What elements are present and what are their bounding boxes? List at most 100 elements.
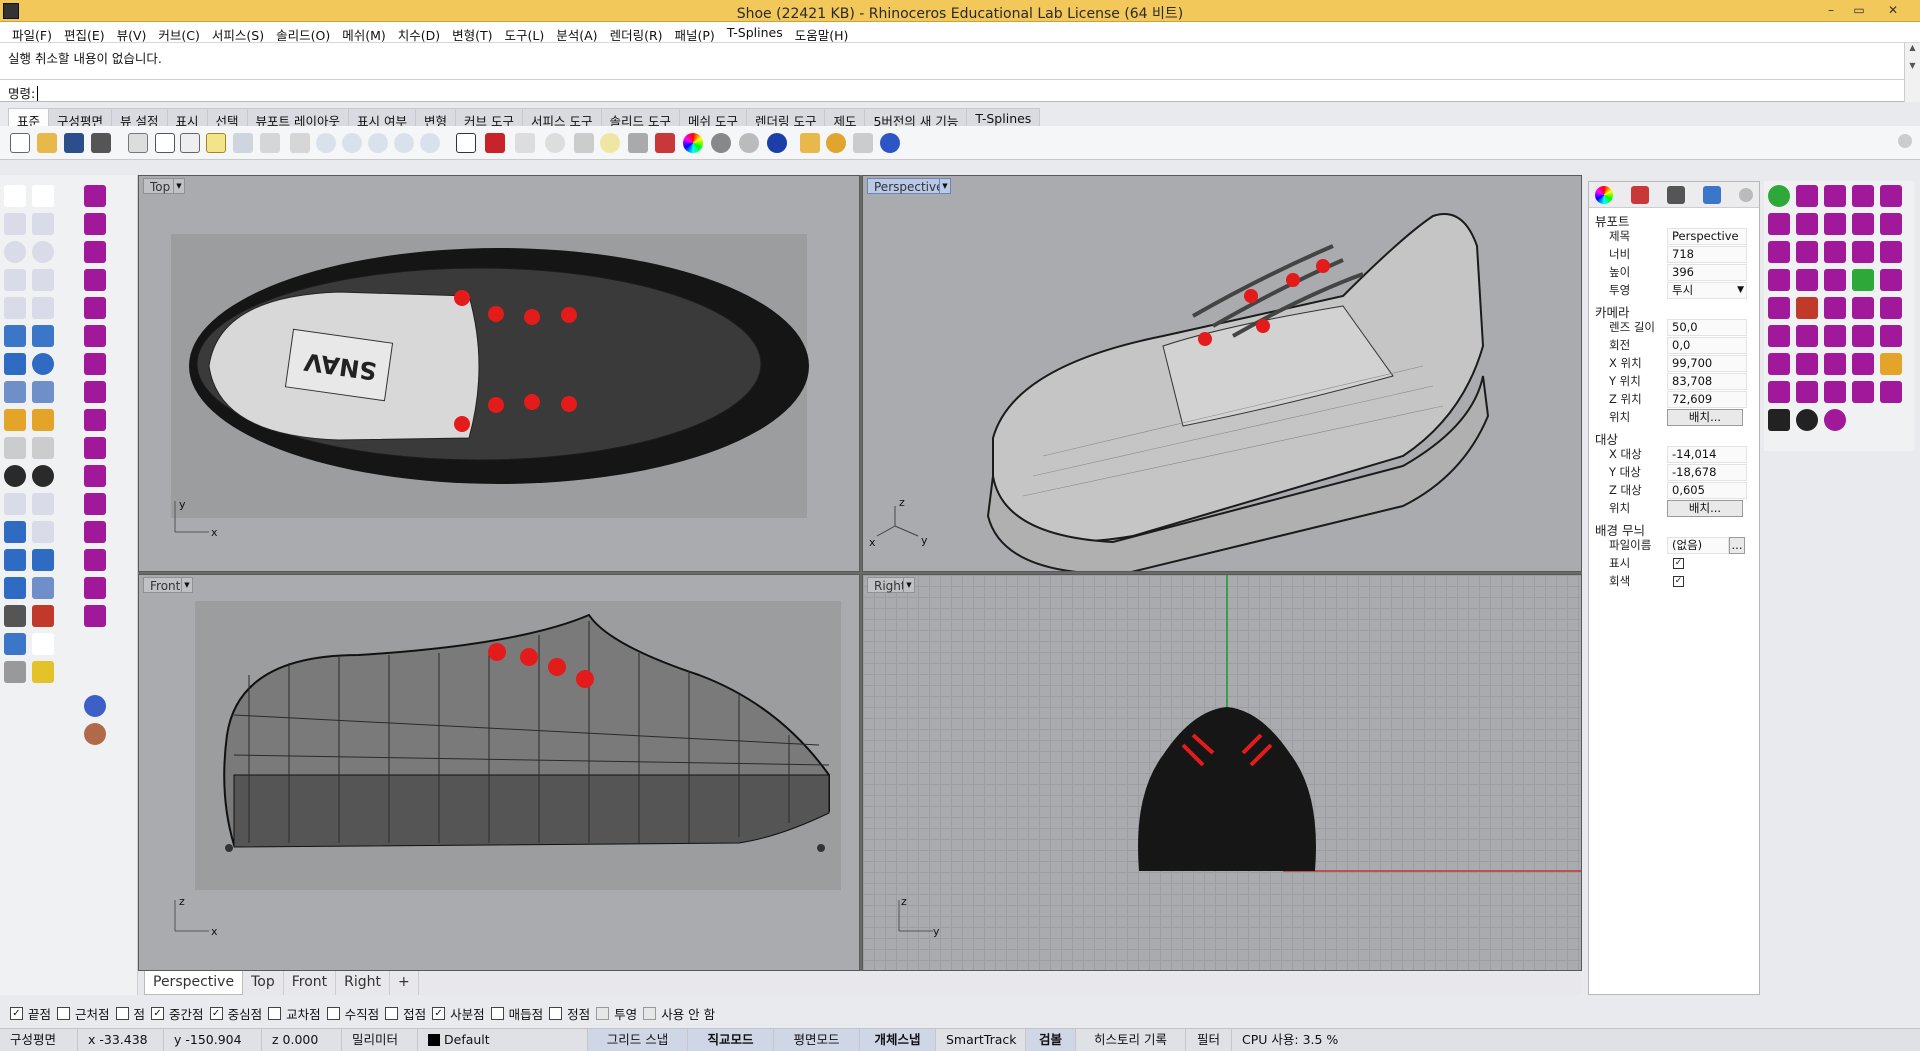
ts-stepper-icon[interactable] [1796, 381, 1818, 403]
rotate-view-icon[interactable] [290, 133, 310, 153]
ts-cube-icon[interactable] [1824, 185, 1846, 207]
scale-icon[interactable] [32, 521, 54, 543]
move-icon[interactable] [4, 493, 26, 515]
menu-edit[interactable]: 편집(E) [58, 22, 111, 43]
ts-window-icon[interactable] [1880, 269, 1902, 291]
layer-icon[interactable] [655, 133, 675, 153]
ts-join-icon[interactable] [1796, 353, 1818, 375]
ts-symmetry-icon[interactable] [1824, 353, 1846, 375]
rotate-icon[interactable] [32, 493, 54, 515]
point-icon[interactable] [32, 185, 54, 207]
prop-width-field[interactable]: 718 [1667, 245, 1747, 263]
layers-tab-icon[interactable] [1631, 186, 1649, 204]
tab-solid-tools[interactable]: 솔리드 도구 [600, 108, 680, 129]
explode-icon[interactable] [32, 409, 54, 431]
minimize-button[interactable]: – [1818, 1, 1844, 19]
osnap-perp[interactable]: 수직점 [326, 1004, 379, 1023]
ts-branch-icon[interactable] [1768, 353, 1790, 375]
camera-place-button[interactable]: 배치... [1667, 408, 1743, 426]
ts-fill-icon[interactable] [1880, 241, 1902, 263]
help-tab-icon[interactable] [1703, 186, 1721, 204]
osnap-tan[interactable]: 접점 [385, 1004, 426, 1023]
tspline-loft-icon[interactable] [84, 297, 106, 319]
car-icon[interactable] [485, 133, 505, 153]
ts-dots-icon[interactable] [1824, 325, 1846, 347]
vp-tab-add[interactable]: + [390, 971, 419, 995]
text-icon[interactable] [4, 521, 26, 543]
vp-tab-perspective[interactable]: Perspective [144, 971, 244, 995]
show-checkbox[interactable]: ✓ [1673, 557, 1684, 569]
tab-display[interactable]: 표시 [166, 108, 208, 129]
cut-icon[interactable] [155, 133, 175, 153]
tab-surface-tools[interactable]: 서피스 도구 [522, 108, 602, 129]
osnap-end-checkbox[interactable]: ✓ [10, 1006, 23, 1020]
tab-set-view[interactable]: 뷰 설정 [111, 108, 168, 129]
menu-view[interactable]: 뷰(V) [111, 22, 153, 43]
ts-diamond-icon[interactable] [1880, 381, 1902, 403]
tspline-cylinder-icon[interactable] [84, 269, 106, 291]
tab-viewport-layout[interactable]: 뷰포트 레이아웃 [246, 108, 350, 129]
tspline-magnet-icon[interactable] [84, 241, 106, 263]
circle-icon[interactable] [4, 241, 26, 263]
ts-stack-icon[interactable] [1796, 325, 1818, 347]
viewport-top[interactable]: SNAV Top ▼ y x [138, 175, 860, 572]
vp-tab-front[interactable]: Front [284, 971, 337, 995]
tspline-crease-icon[interactable] [84, 465, 106, 487]
select-arrow-icon[interactable] [4, 185, 26, 207]
osnap-disable[interactable]: 사용 안 함 [643, 1004, 715, 1023]
open-folder-icon[interactable] [37, 133, 57, 153]
tspline-face-icon[interactable] [84, 185, 106, 207]
render-tool-icon[interactable] [32, 661, 54, 683]
planar-surface-icon[interactable] [32, 577, 54, 599]
tab-standard[interactable]: 표준 [8, 108, 50, 129]
osnap-icon[interactable] [545, 133, 565, 153]
ts-plane-icon[interactable] [1852, 381, 1874, 403]
cube-solid-icon[interactable] [4, 577, 26, 599]
surface-icon[interactable] [4, 325, 26, 347]
split-icon[interactable] [32, 437, 54, 459]
osnap-perp-checkbox[interactable] [326, 1006, 340, 1020]
mirror-icon[interactable] [32, 549, 54, 571]
history-scrollbar[interactable]: ▲ ▼ [1904, 43, 1920, 102]
arc-icon[interactable] [32, 297, 54, 319]
ellipse-icon[interactable] [32, 241, 54, 263]
box-icon[interactable] [4, 353, 26, 375]
menu-surface[interactable]: 서피스(S) [206, 22, 270, 43]
osnap-knot[interactable]: 매듭점 [490, 1004, 543, 1023]
ts-subdivide-icon[interactable] [1852, 297, 1874, 319]
tspline-pipe-icon[interactable] [84, 409, 106, 431]
new-file-icon[interactable] [10, 133, 30, 153]
tab-visibility[interactable]: 표시 여부 [348, 108, 417, 129]
ts-pentagon-icon[interactable] [1768, 381, 1790, 403]
ts-grid-icon[interactable] [1880, 185, 1902, 207]
zoom-icon[interactable] [316, 133, 336, 153]
check-icon[interactable] [32, 633, 54, 655]
soccer-ball-icon[interactable] [84, 723, 106, 745]
osnap-int-checkbox[interactable] [268, 1006, 282, 1020]
status-ortho[interactable]: 직교모드 [688, 1028, 774, 1051]
prop-zt-field[interactable]: 0,605 [1667, 481, 1747, 499]
ts-align-icon[interactable] [1852, 325, 1874, 347]
menu-file[interactable]: 파일(F) [6, 22, 58, 43]
ts-star-icon[interactable] [1880, 353, 1902, 375]
ts-loft-icon[interactable] [1768, 297, 1790, 319]
prop-filename-field[interactable]: (없음) [1667, 536, 1729, 554]
menu-analyze[interactable]: 분석(A) [550, 22, 603, 43]
undo-icon[interactable] [233, 133, 253, 153]
viewport-right[interactable]: Right ▼ z y [862, 574, 1582, 971]
status-layer[interactable]: Default [418, 1028, 588, 1051]
gray-checkbox[interactable]: ✓ [1673, 575, 1684, 587]
status-units[interactable]: 밀리미터 [342, 1028, 418, 1051]
ts-bowl-icon[interactable] [1796, 409, 1818, 431]
cylinder-icon[interactable] [4, 381, 26, 403]
copy-icon[interactable] [180, 133, 200, 153]
ts-crease-icon[interactable] [1796, 269, 1818, 291]
curve-icon[interactable] [32, 213, 54, 235]
paste-icon[interactable] [206, 133, 226, 153]
ts-sphere-icon[interactable] [1768, 269, 1790, 291]
osnap-vertex-checkbox[interactable] [549, 1006, 563, 1020]
rendered-sphere-icon[interactable] [767, 133, 787, 153]
tspline-convert-icon[interactable] [84, 605, 106, 627]
osnap-point[interactable]: 점 [115, 1004, 145, 1023]
osnap-disable-checkbox[interactable] [643, 1006, 657, 1020]
